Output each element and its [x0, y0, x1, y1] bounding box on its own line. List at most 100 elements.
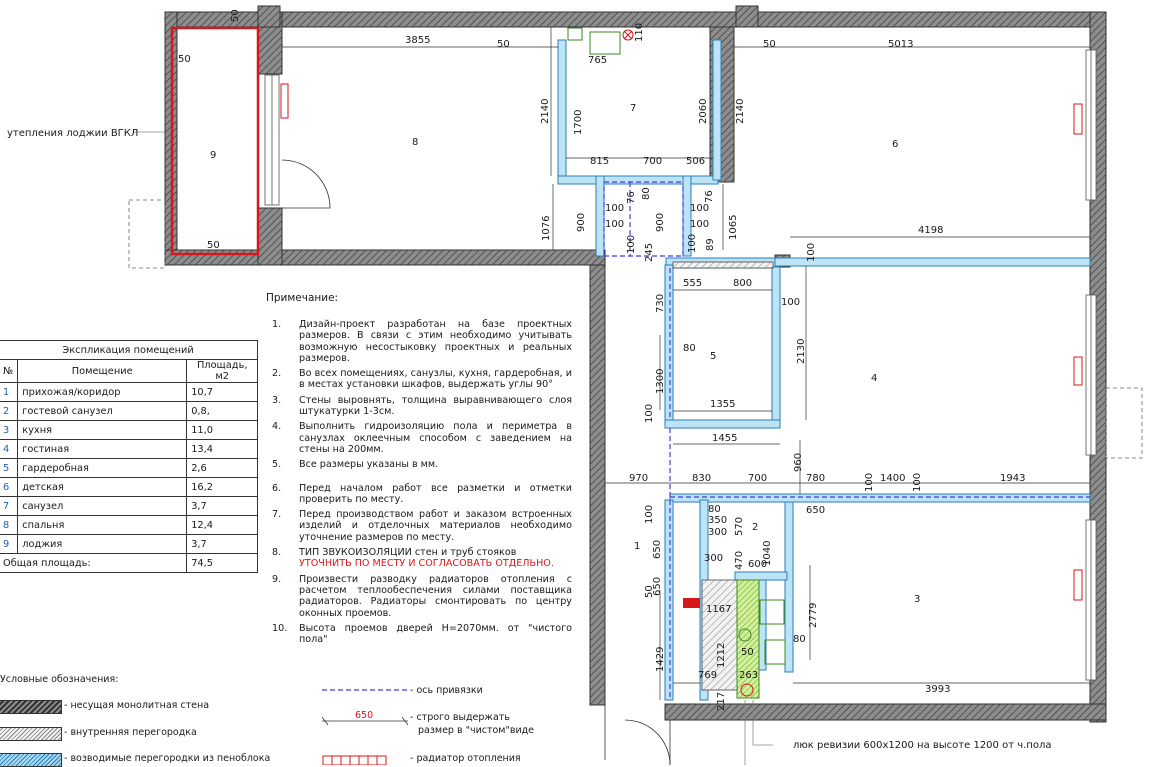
dim-780: 780 — [806, 473, 825, 484]
note-item: 6. Перед началом работ все разметки и отм… — [272, 482, 572, 505]
dim-1300: 1300 — [655, 369, 666, 394]
dim-80: 80 — [641, 187, 652, 200]
room-number-4: 4 — [871, 373, 877, 384]
note-item: 8. ТИП ЗВУКОИЗОЛЯЦИИ стен и труб стояков У… — [272, 547, 572, 570]
dim-650: 650 — [652, 540, 663, 559]
dim-50: 50 — [741, 647, 754, 658]
loggia-insulation-label: утепления лоджии ВГКЛ — [7, 128, 138, 139]
dim-2060: 2060 — [698, 99, 709, 124]
legend-item: - внутренняя перегородка — [64, 727, 197, 738]
dim-300: 300 — [708, 527, 727, 538]
dim-970: 970 — [629, 473, 648, 484]
dim-1212: 1212 — [716, 643, 727, 668]
note-item: 5. Все размеры указаны в мм. — [272, 459, 439, 471]
valve-icon — [622, 29, 634, 41]
room-number-7: 7 — [630, 103, 636, 114]
inspection-hatch-label: люк ревизии 600х1200 на высоте 1200 от ч… — [793, 740, 1051, 751]
dim-2140: 2140 — [735, 99, 746, 124]
dim-570: 570 — [734, 517, 745, 536]
dim-1455: 1455 — [712, 433, 737, 444]
warning-text: УТОЧНИТЬ ПО МЕСТУ И СОГЛАСОВАТЬ ОТДЕЛЬНО… — [299, 558, 554, 570]
dim-830: 830 — [692, 473, 711, 484]
dim-2140: 2140 — [540, 99, 551, 124]
dim-100: 100 — [690, 219, 709, 230]
dim-815: 815 — [590, 156, 609, 167]
dim-2779: 2779 — [808, 603, 819, 628]
dim-600: 600 — [748, 559, 767, 570]
table-row: 9 лоджия 3,7 — [0, 534, 259, 554]
legend-strict-label: - строго выдержать — [410, 712, 510, 723]
dim-900: 900 — [576, 213, 587, 232]
note-item: 7. Перед производством работ и заказом вс… — [272, 509, 572, 543]
room-number-3: 3 — [914, 594, 920, 605]
legend-strict-value: 650 — [355, 710, 374, 721]
dim-1065: 1065 — [728, 215, 739, 240]
legend-item: - несущая монолитная стена — [64, 700, 210, 711]
note-item: 9. Произвести разводку радиаторов отоплен… — [272, 573, 572, 619]
dim-263: 263 — [739, 670, 758, 681]
dim-3993: 3993 — [925, 684, 950, 695]
table-row: 7 санузел 3,7 — [0, 496, 259, 516]
notes-title: Примечание: — [266, 292, 339, 304]
dim-100: 100 — [644, 505, 655, 524]
dim-765: 765 — [588, 55, 607, 66]
note-item: 1. Дизайн-проект разработан на базе проек… — [272, 319, 572, 364]
dim-1167: 1167 — [706, 604, 731, 615]
dim-50: 50 — [178, 54, 191, 65]
legend-radiator-label: - радиатор отопления — [410, 753, 521, 764]
note-item: 3. Стены выровнять, толщина выравнивающег… — [272, 394, 572, 418]
table-row: 8 спальня 12,4 — [0, 515, 259, 535]
dim-2130: 2130 — [796, 339, 807, 364]
note-item: 4. Выполнить гидроизоляцию пола и перимет… — [272, 421, 572, 455]
dim-100: 100 — [644, 404, 655, 423]
partitions — [557, 39, 1091, 701]
table-row: 2 гостевой санузел 0,8, — [0, 401, 259, 421]
dim-650: 650 — [806, 505, 825, 516]
dim-730: 730 — [655, 294, 666, 313]
dim-80: 80 — [708, 504, 721, 515]
dim-100: 100 — [864, 473, 875, 492]
dim-1355: 1355 — [710, 399, 735, 410]
room-number-2: 2 — [752, 522, 758, 533]
dim-960: 960 — [793, 453, 804, 472]
room-number-1: 1 — [634, 541, 640, 552]
dim-800: 800 — [733, 278, 752, 289]
dim-700: 700 — [643, 156, 662, 167]
dim-300: 300 — [704, 553, 723, 564]
dim-470: 470 — [734, 551, 745, 570]
dim-100: 100 — [687, 234, 698, 253]
dim-80: 80 — [683, 343, 696, 354]
dim-50: 50 — [644, 585, 655, 598]
legend-axis-label: - ось привязки — [410, 685, 483, 696]
table-row: 6 детская 16,2 — [0, 477, 259, 497]
total-row: Общая площадь: 74,5 — [0, 553, 259, 573]
dim-769: 769 — [698, 670, 717, 681]
dim-245: 245 — [644, 243, 655, 262]
dim-1400: 1400 — [880, 473, 905, 484]
dim-1700: 1700 — [573, 110, 584, 135]
dim-80: 80 — [793, 634, 806, 645]
dim-100: 100 — [806, 243, 817, 262]
table-row: 1 прихожая/коридор 10,7 — [0, 382, 259, 402]
notes-list: 1. Дизайн-проект разработан на базе проек… — [272, 319, 572, 649]
dim-100: 100 — [626, 235, 637, 254]
dim-506: 506 — [686, 156, 705, 167]
dim-700: 700 — [748, 473, 767, 484]
dim-76: 76 — [704, 190, 715, 203]
dim-5013: 5013 — [888, 39, 913, 50]
dim-50: 50 — [207, 240, 220, 251]
column-header: № — [0, 359, 19, 383]
room-number-8: 8 — [412, 137, 418, 148]
dim-76: 76 — [626, 191, 637, 204]
legend-title: Условные обозначения: — [0, 674, 119, 685]
table-row: 4 гостиная 13,4 — [0, 439, 259, 459]
column-header: Помещение — [17, 359, 188, 383]
explication-title: Экспликация помещений — [0, 340, 259, 360]
room-number-6: 6 — [892, 139, 898, 150]
dim-1943: 1943 — [1000, 473, 1025, 484]
dim-50: 50 — [497, 39, 510, 50]
dim-100: 100 — [605, 219, 624, 230]
explication-table: Экспликация помещений № Помещение Площад… — [0, 340, 259, 573]
legend-symbols — [321, 689, 409, 765]
note-item: 10. Высота проемов дверей Н=2070мм. от "ч… — [272, 622, 572, 646]
